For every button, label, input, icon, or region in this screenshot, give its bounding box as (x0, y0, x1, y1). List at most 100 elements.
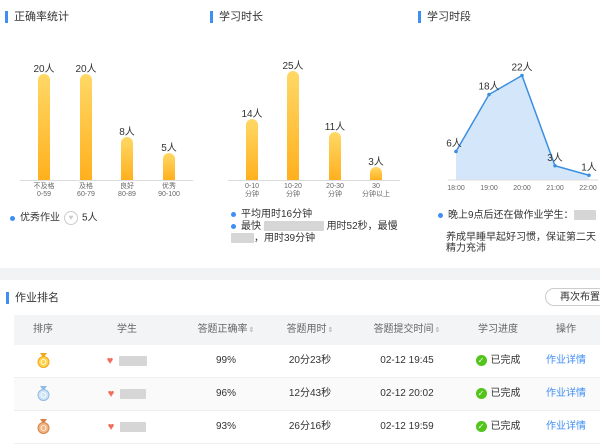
accuracy-bar-label: 20人 (75, 63, 97, 75)
homework-detail-link[interactable]: 作业详情 (532, 345, 600, 377)
duration-x-label: 0-10 分钟 (229, 183, 275, 199)
student-name (120, 389, 147, 399)
header-action: 操作 (556, 324, 576, 335)
student-name (120, 422, 147, 432)
stats-card: 正确率统计 优秀作业 ♥ 5人 学习时长 平均用时16分钟 最快 用时52秒，最慢 … (0, 0, 600, 268)
accuracy-x-label: 优秀 90-100 (146, 183, 192, 199)
duration-x-label-line: 20-30 (326, 183, 344, 190)
duration-bar-label: 14人 (241, 108, 263, 120)
accuracy-x-label-line: 60-79 (77, 191, 95, 198)
accuracy-x-label: 良好 80-89 (104, 183, 150, 199)
duration-x-label: 10-20 分钟 (270, 183, 316, 199)
header-rank: 排序 (33, 324, 53, 335)
duration-cell: 26分16秒 (288, 421, 332, 432)
accuracy-x-label-line: 不及格 (33, 183, 55, 190)
student-cell: ♥ (72, 378, 182, 410)
accuracy-bar[interactable] (121, 137, 133, 180)
header-accuracy[interactable]: 答题正确率⇕ (182, 315, 270, 345)
timeslot-point-label: 22人 (511, 62, 532, 74)
sort-icon: ⇕ (327, 327, 334, 334)
accuracy-x-label-line: 及格 (79, 183, 93, 190)
duration-x-label-line: 分钟 (328, 191, 342, 198)
duration-x-label-line: 分钟以上 (362, 191, 390, 198)
submitted-cell: 02-12 19:45 (380, 355, 434, 366)
timeslot-point (587, 173, 591, 178)
check-circle-icon: ✓ (475, 387, 487, 399)
duration-x-label-line: 0-10 (244, 183, 259, 190)
timeslot-point (553, 163, 557, 168)
accuracy-bar-label: 8人 (119, 127, 135, 139)
duration-x-label-line: 分钟 (286, 191, 300, 198)
timeslot-point-label: 1人 (581, 161, 597, 173)
duration-bar[interactable] (329, 131, 341, 180)
accuracy-cell: 93% (215, 421, 236, 432)
duration-bar-label: 11人 (324, 121, 346, 133)
timeslot-point (520, 73, 524, 78)
student-name (119, 356, 148, 366)
progress-text: 已完成 (490, 421, 521, 432)
table-row: ♥ 99% 20分23秒 02-12 19:45 ✓ 已完成 作业详情 (14, 345, 600, 378)
sort-icon: ⇕ (434, 327, 441, 334)
sleep-tip: 养成早睡早起好习惯，保证第二天精力充沛 (446, 232, 596, 254)
timeslot-point-label: 18人 (478, 81, 499, 93)
duration-x-label-line: 30 (372, 183, 380, 190)
heart-icon[interactable]: ♥ (107, 355, 114, 367)
accuracy-x-label-line: 良好 (120, 183, 134, 190)
duration-x-label: 30 分钟以上 (353, 183, 399, 199)
timeslot-x-label: 22:00 (579, 185, 597, 192)
timeslot-point (454, 149, 458, 154)
table-header: 排序 学生 答题正确率⇕ 答题用时⇕ 答题提交时间⇕ 学习进度 操作 (14, 315, 600, 345)
timeslot-x-label: 18:00 (447, 185, 465, 192)
accuracy-x-label-line: 优秀 (162, 183, 176, 190)
accuracy-bar[interactable] (80, 73, 92, 180)
late-students: 晚上9点后还在做作业学生： (438, 210, 596, 222)
silver-medal-icon (37, 385, 49, 401)
progress-cell: ✓ 已完成 (464, 345, 532, 377)
duration-bar[interactable] (246, 118, 258, 180)
accuracy-x-label-line: 80-89 (118, 191, 136, 198)
rank-cell (14, 411, 72, 443)
timeslot-x-label: 19:00 (480, 185, 498, 192)
accuracy-x-label: 及格 60-79 (63, 183, 109, 199)
ranking-title: 作业排名 (6, 292, 59, 304)
accuracy-x-label-line: 0-59 (36, 191, 51, 198)
duration-x-label: 20-30 分钟 (312, 183, 358, 199)
header-submitted[interactable]: 答题提交时间⇕ (350, 315, 464, 345)
header-progress: 学习进度 (478, 324, 518, 335)
duration-x-label-line: 分钟 (245, 191, 259, 198)
progress-cell: ✓ 已完成 (464, 411, 532, 443)
heart-icon[interactable]: ♥ (108, 388, 115, 400)
check-circle-icon: ✓ (475, 354, 487, 366)
accuracy-axis-line (20, 180, 193, 181)
duration-cell: 20分23秒 (288, 355, 332, 366)
rank-cell (14, 378, 72, 410)
heart-icon[interactable]: ♥ (108, 421, 115, 433)
accuracy-x-label-line: 90-100 (158, 191, 180, 198)
accuracy-bar[interactable] (163, 153, 175, 180)
timeslot-point-label: 3人 (547, 152, 563, 164)
duration-bar-label: 25人 (282, 60, 304, 72)
accuracy-x-label: 不及格 0-59 (21, 183, 67, 199)
student-cell: ♥ (72, 411, 182, 443)
duration-cell: 12分43秒 (288, 388, 332, 399)
timeslot-x-label: 21:00 (546, 185, 564, 192)
accuracy-bar[interactable] (38, 73, 50, 180)
duration-bar[interactable] (287, 70, 299, 180)
late-students-label: 晚上9点后还在做作业学生： (448, 210, 574, 221)
progress-text: 已完成 (490, 355, 521, 366)
timeslot-point (487, 92, 491, 97)
accuracy-bar-label: 5人 (161, 143, 177, 155)
progress-cell: ✓ 已完成 (464, 378, 532, 410)
homework-detail-link[interactable]: 作业详情 (532, 378, 600, 410)
timeslot-point-label: 6人 (446, 138, 462, 150)
reassign-button[interactable]: 再次布置 (545, 288, 600, 306)
submitted-cell: 02-12 19:59 (380, 421, 434, 432)
submitted-cell: 02-12 20:02 (380, 388, 434, 399)
duration-x-label-line: 10-20 (284, 183, 302, 190)
table-row: ♥ 96% 12分43秒 02-12 20:02 ✓ 已完成 作业详情 (14, 378, 600, 411)
ranking-card: 作业排名 再次布置 排序 学生 答题正确率⇕ 答题用时⇕ 答题提交时间⇕ 学习进… (0, 280, 600, 447)
progress-text: 已完成 (490, 388, 521, 399)
header-duration[interactable]: 答题用时⇕ (270, 315, 350, 345)
duration-bar[interactable] (370, 166, 382, 180)
homework-detail-link[interactable]: 作业详情 (532, 411, 600, 443)
